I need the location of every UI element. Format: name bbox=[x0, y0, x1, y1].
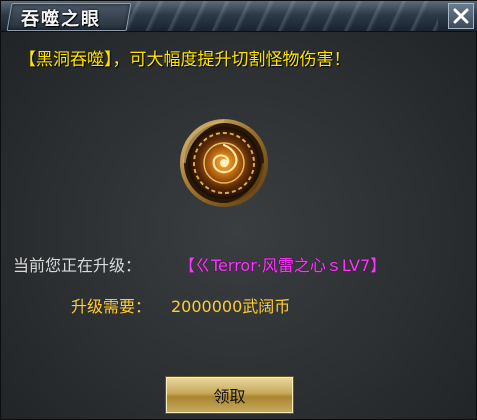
upgrading-label: 当前您正在升级： bbox=[13, 256, 142, 275]
upgrade-cost-value: 2000000武阔币 bbox=[171, 297, 291, 316]
close-button[interactable] bbox=[448, 3, 474, 29]
upgrade-cost-label: 升级需要： bbox=[71, 297, 152, 316]
dialog-title: 吞噬之眼 bbox=[21, 9, 101, 30]
skill-name: 【ㄍTerror·风雷之心ｓLV7】 bbox=[179, 256, 387, 275]
close-icon bbox=[453, 8, 469, 24]
title-bar[interactable]: 吞噬之眼 bbox=[1, 1, 477, 32]
claim-button-label: 领取 bbox=[213, 387, 246, 406]
devour-eye-dialog: 吞噬之眼 【黑洞吞噬】，可大幅度提升切割怪物伤害！ 当前您正在升级： 【ㄍTer… bbox=[0, 0, 477, 420]
headline-text: 【黑洞吞噬】，可大幅度提升切割怪物伤害！ bbox=[19, 50, 351, 70]
black-hole-emblem-icon bbox=[178, 117, 270, 209]
claim-button[interactable]: 领取 bbox=[165, 376, 294, 414]
